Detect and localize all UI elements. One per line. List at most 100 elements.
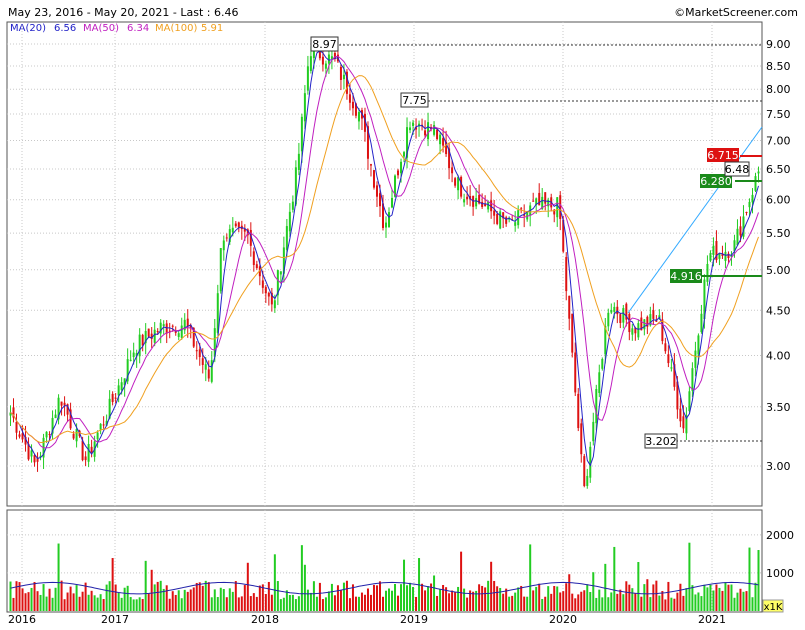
candle-body	[342, 74, 345, 80]
volume-bar	[676, 592, 679, 611]
volume-bar	[592, 572, 595, 611]
volume-bar	[397, 595, 400, 611]
volume-bar	[574, 598, 577, 611]
volume-bar	[153, 584, 156, 611]
candle-body	[33, 455, 36, 463]
candle-body	[339, 66, 342, 80]
volume-bar	[363, 594, 366, 611]
volume-bar	[39, 594, 42, 611]
volume-bar	[180, 598, 183, 611]
volume-bar	[637, 562, 640, 611]
volume-bar	[132, 599, 135, 611]
volume-bar	[703, 584, 706, 611]
volume-bar	[207, 582, 210, 611]
candle-body	[180, 325, 183, 338]
volume-bar	[243, 585, 246, 611]
resistance-label: 6.715	[707, 149, 739, 162]
volume-bar	[595, 597, 598, 611]
candle-body	[129, 359, 132, 361]
candle-body	[571, 313, 574, 353]
volume-bar	[604, 563, 607, 611]
volume-bar	[354, 596, 357, 611]
volume-bar	[742, 591, 745, 611]
volume-bar	[219, 587, 222, 611]
volume-bar	[448, 593, 451, 611]
candle-body	[412, 122, 415, 126]
volume-bar	[342, 582, 345, 611]
legend-ma100-label: MA(100)	[155, 23, 197, 34]
volume-bar	[60, 580, 63, 611]
volume-bar	[264, 594, 267, 611]
volume-bar	[318, 582, 321, 611]
volume-bar	[616, 593, 619, 611]
candle-body	[391, 197, 394, 208]
candle-body	[454, 178, 457, 186]
volume-bar	[123, 587, 126, 611]
volume-bar	[634, 593, 637, 611]
candle-body	[427, 122, 430, 140]
date-range-title: May 23, 2016 - May 20, 2021 - Last : 6.4…	[8, 6, 238, 19]
volume-bar	[538, 583, 541, 611]
volume-bar	[51, 597, 54, 611]
volume-bar	[351, 584, 354, 611]
volume-bar	[84, 582, 87, 611]
volume-bar	[357, 596, 360, 611]
volume-bar	[90, 590, 93, 611]
volume-bar	[412, 586, 415, 611]
candle-body	[369, 164, 372, 166]
volume-tick-label: 1000	[766, 567, 794, 580]
volume-bar	[168, 598, 171, 611]
candle-body	[397, 170, 400, 176]
candle-body	[592, 421, 595, 442]
volume-bar	[400, 584, 403, 611]
volume-bar	[517, 587, 520, 611]
volume-bar	[697, 592, 700, 611]
price-tick-label: 7.50	[766, 108, 791, 121]
volume-bar	[454, 592, 457, 611]
volume-bar	[439, 589, 442, 611]
candle-body	[622, 308, 625, 323]
volume-bar	[523, 596, 526, 611]
volume-bar	[120, 597, 123, 611]
volume-bar	[69, 586, 72, 611]
volume-bar	[96, 597, 99, 611]
price-tick-label: 4.50	[766, 304, 791, 317]
volume-bar	[505, 588, 508, 611]
copyright-text: ©MarketScreener.com	[674, 6, 798, 19]
volume-bar	[583, 590, 586, 611]
volume-bar	[195, 582, 198, 611]
candle-body	[357, 112, 360, 122]
candle-body	[520, 208, 523, 210]
legend-ma20-value: 6.56	[54, 23, 76, 34]
volume-bar	[727, 584, 730, 611]
candle-body	[460, 176, 463, 197]
legend-ma100-value: 5.91	[201, 23, 223, 34]
price-tick-label: 8.50	[766, 60, 791, 73]
volume-bar	[688, 542, 691, 611]
candle-body	[409, 127, 412, 131]
volume-bar	[348, 598, 351, 611]
ma-legend: MA(20) 6.56 MA(50) 6.34 MA(100) 5.91	[10, 23, 223, 34]
support-near-label: 6.280	[700, 175, 732, 188]
legend-ma20-label: MA(20)	[10, 23, 46, 34]
volume-bar	[291, 594, 294, 611]
price-tick-label: 3.00	[766, 460, 791, 473]
candle-body	[45, 431, 48, 438]
volume-bar	[369, 594, 372, 611]
candle-body	[700, 313, 703, 333]
volume-bar	[433, 575, 436, 611]
volume-bar	[126, 585, 129, 611]
candle-body	[177, 333, 180, 337]
volume-bar	[610, 592, 613, 611]
candle-body	[162, 324, 165, 327]
candle-body	[348, 94, 351, 103]
volume-bar	[213, 589, 216, 611]
high-2018-label: 8.97	[312, 38, 337, 51]
candle-body	[544, 192, 547, 204]
volume-bar	[739, 588, 742, 611]
volume-bar	[114, 584, 117, 611]
candle-body	[652, 310, 655, 319]
volume-bar	[652, 584, 655, 611]
volume-bar	[484, 587, 487, 611]
candle-body	[556, 197, 559, 218]
